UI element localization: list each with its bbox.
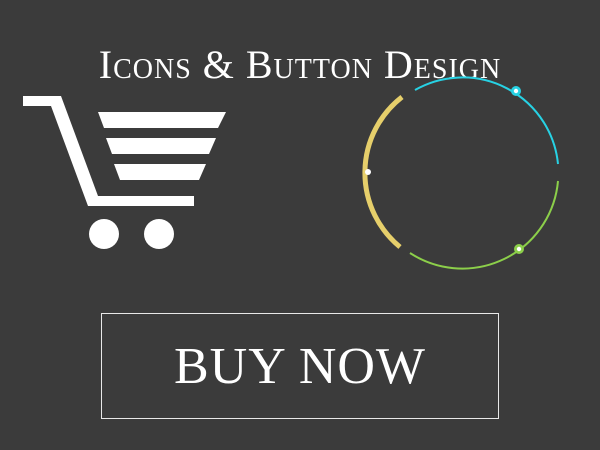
buy-now-button[interactable]: BUY NOW xyxy=(101,313,499,419)
circular-progress-icon xyxy=(355,70,570,275)
shopping-cart-icon xyxy=(20,92,230,252)
buy-now-label: BUY NOW xyxy=(173,337,427,395)
